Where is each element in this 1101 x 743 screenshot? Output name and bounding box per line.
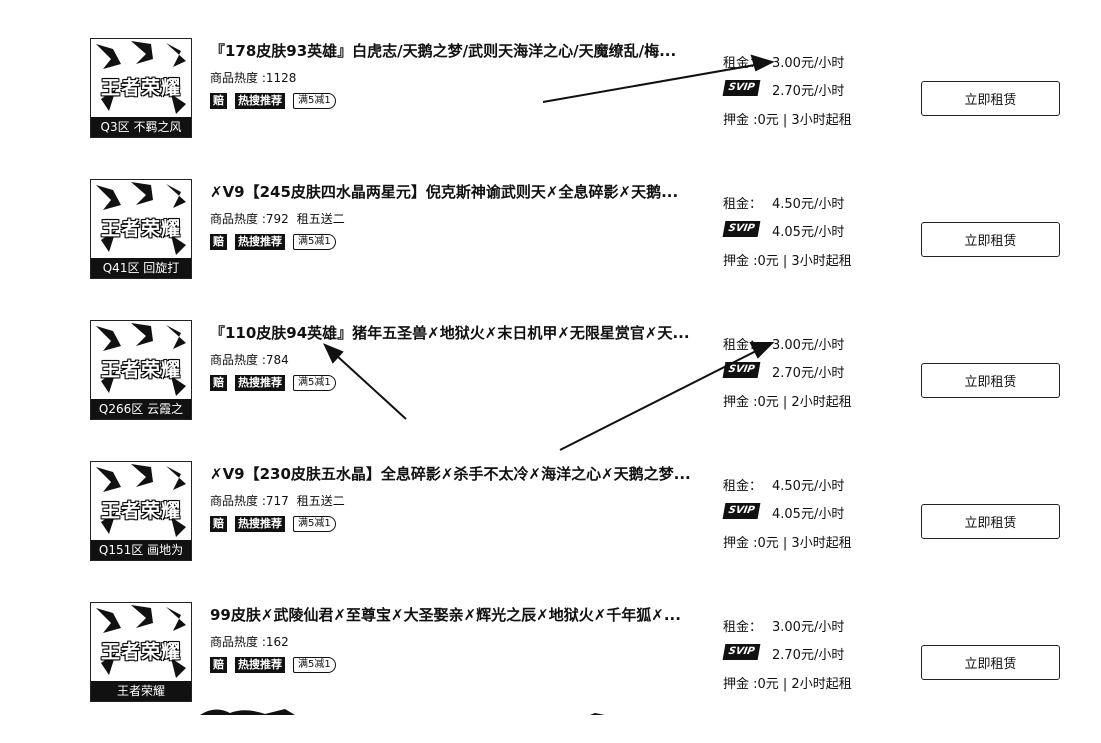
heat-label: 商品热度 : xyxy=(210,353,266,367)
rent-price: 3.00元/小时 xyxy=(772,620,845,635)
rent-price: 3.00元/小时 xyxy=(772,56,845,71)
rent-now-button[interactable]: 立即租赁 xyxy=(921,81,1060,116)
heat-value: 717 xyxy=(265,494,289,508)
heat-label: 商品热度 : xyxy=(210,71,266,85)
deposit-text: 押金 :0元 | 3小时起租 xyxy=(723,113,852,128)
heat-label: 商品热度 : xyxy=(210,212,266,226)
server-label: Q3区 不羁之风 xyxy=(91,117,191,137)
listing-thumbnail[interactable]: 王者荣耀 Q151区 画地为 xyxy=(90,461,192,561)
hot-tag: 热搜推荐 xyxy=(235,516,285,532)
rent-now-button[interactable]: 立即租赁 xyxy=(921,645,1060,680)
game-logo-text: 王者荣耀 xyxy=(100,218,181,240)
rent-price: 4.50元/小时 xyxy=(772,197,845,212)
discount-tag: 满5减1 xyxy=(293,234,336,250)
rent-label: 租金： xyxy=(723,56,763,71)
rent-label: 租金： xyxy=(723,620,763,635)
svip-badge: SVIP xyxy=(722,80,761,96)
hot-tag: 热搜推荐 xyxy=(235,234,285,250)
svip-price: 4.05元/小时 xyxy=(772,507,845,522)
svip-badge: SVIP xyxy=(722,503,761,519)
listing-heat: 商品热度 :792 租五送二 xyxy=(210,210,345,227)
listing-title[interactable]: ✗V9【230皮肤五水晶】全息碎影✗杀手不太冷✗海洋之心✗天鹅之梦... xyxy=(210,463,710,484)
heat-value: 792 xyxy=(265,212,289,226)
listing-title[interactable]: 99皮肤✗武陵仙君✗至尊宝✗大圣娶亲✗辉光之辰✗地狱火✗千年狐✗... xyxy=(210,604,710,625)
game-logo-text: 王者荣耀 xyxy=(100,359,181,381)
promo-text: 租五送二 xyxy=(296,212,345,226)
listing-row[interactable]: 王者荣耀 王者荣耀 99皮肤✗武陵仙君✗至尊宝✗大圣娶亲✗辉光之辰✗地狱火✗千年… xyxy=(0,602,1101,743)
hot-tag: 热搜推荐 xyxy=(235,93,285,109)
rent-now-button[interactable]: 立即租赁 xyxy=(921,363,1060,398)
deposit-text: 押金 :0元 | 2小时起租 xyxy=(723,677,852,692)
listing-thumbnail[interactable]: 王者荣耀 Q41区 回旋打 xyxy=(90,179,192,279)
listing-row[interactable]: 王者荣耀 Q3区 不羁之风 『178皮肤93英雄』白虎志/天鹅之梦/武则天海洋之… xyxy=(0,38,1101,179)
listing-thumbnail[interactable]: 王者荣耀 王者荣耀 xyxy=(90,602,192,702)
server-label: Q151区 画地为 xyxy=(91,540,191,560)
listing-heat: 商品热度 :1128 xyxy=(210,69,304,86)
heat-label: 商品热度 : xyxy=(210,494,266,508)
deposit-text: 押金 :0元 | 3小时起租 xyxy=(723,254,852,269)
heat-label: 商品热度 : xyxy=(210,635,266,649)
rent-label: 租金： xyxy=(723,338,763,353)
heat-value: 162 xyxy=(265,635,289,649)
listing-heat: 商品热度 :717 租五送二 xyxy=(210,492,345,509)
svip-price: 2.70元/小时 xyxy=(772,366,845,381)
heat-value: 1128 xyxy=(265,71,297,85)
hot-tag: 热搜推荐 xyxy=(235,657,285,673)
server-label: Q41区 回旋打 xyxy=(91,258,191,278)
listing-heat: 商品热度 :162 xyxy=(210,633,297,650)
rent-price: 3.00元/小时 xyxy=(772,338,845,353)
listing-row[interactable]: 王者荣耀 Q151区 画地为 ✗V9【230皮肤五水晶】全息碎影✗杀手不太冷✗海… xyxy=(0,461,1101,602)
rent-label: 租金： xyxy=(723,479,763,494)
server-label: Q266区 云霞之 xyxy=(91,399,191,419)
compensate-tag: 赔 xyxy=(210,516,227,532)
compensate-tag: 赔 xyxy=(210,657,227,673)
listing-thumbnail[interactable]: 王者荣耀 Q3区 不羁之风 xyxy=(90,38,192,138)
listing-thumbnail[interactable]: 王者荣耀 Q266区 云霞之 xyxy=(90,320,192,420)
deposit-text: 押金 :0元 | 2小时起租 xyxy=(723,395,852,410)
svip-badge: SVIP xyxy=(722,362,761,378)
listing-heat: 商品热度 :784 xyxy=(210,351,297,368)
game-logo-text: 王者荣耀 xyxy=(100,77,181,99)
discount-tag: 满5减1 xyxy=(293,375,336,391)
rent-now-button[interactable]: 立即租赁 xyxy=(921,504,1060,539)
game-logo-text: 王者荣耀 xyxy=(100,500,181,522)
heat-value: 784 xyxy=(265,353,289,367)
cropped-thumbnail-edge xyxy=(200,709,605,715)
svip-price: 2.70元/小时 xyxy=(772,648,845,663)
rent-now-button[interactable]: 立即租赁 xyxy=(921,222,1060,257)
svip-price: 2.70元/小时 xyxy=(772,84,845,99)
deposit-text: 押金 :0元 | 3小时起租 xyxy=(723,536,852,551)
discount-tag: 满5减1 xyxy=(293,516,336,532)
compensate-tag: 赔 xyxy=(210,234,227,250)
promo-text: 租五送二 xyxy=(296,494,345,508)
rent-label: 租金： xyxy=(723,197,763,212)
tag-list: 赔 热搜推荐 满5减1 xyxy=(210,93,336,109)
compensate-tag: 赔 xyxy=(210,375,227,391)
server-label: 王者荣耀 xyxy=(91,681,191,701)
listing-row[interactable]: 王者荣耀 Q41区 回旋打 ✗V9【245皮肤四水晶两星元】倪克斯神谕武则天✗全… xyxy=(0,179,1101,320)
hot-tag: 热搜推荐 xyxy=(235,375,285,391)
discount-tag: 满5减1 xyxy=(293,93,336,109)
rent-price: 4.50元/小时 xyxy=(772,479,845,494)
svip-badge: SVIP xyxy=(722,221,761,237)
discount-tag: 满5减1 xyxy=(293,657,336,673)
tag-list: 赔 热搜推荐 满5减1 xyxy=(210,516,336,532)
compensate-tag: 赔 xyxy=(210,93,227,109)
listing-row[interactable]: 王者荣耀 Q266区 云霞之 『110皮肤94英雄』猪年五圣兽✗地狱火✗末日机甲… xyxy=(0,320,1101,461)
tag-list: 赔 热搜推荐 满5减1 xyxy=(210,375,336,391)
svip-price: 4.05元/小时 xyxy=(772,225,845,240)
listing-title[interactable]: ✗V9【245皮肤四水晶两星元】倪克斯神谕武则天✗全息碎影✗天鹅... xyxy=(210,181,710,202)
listing-title[interactable]: 『178皮肤93英雄』白虎志/天鹅之梦/武则天海洋之心/天魔缭乱/梅... xyxy=(210,40,710,61)
listing-title[interactable]: 『110皮肤94英雄』猪年五圣兽✗地狱火✗末日机甲✗无限星赏官✗天... xyxy=(210,322,710,343)
tag-list: 赔 热搜推荐 满5减1 xyxy=(210,657,336,673)
svip-badge: SVIP xyxy=(722,644,761,660)
tag-list: 赔 热搜推荐 满5减1 xyxy=(210,234,336,250)
game-logo-text: 王者荣耀 xyxy=(100,641,181,663)
